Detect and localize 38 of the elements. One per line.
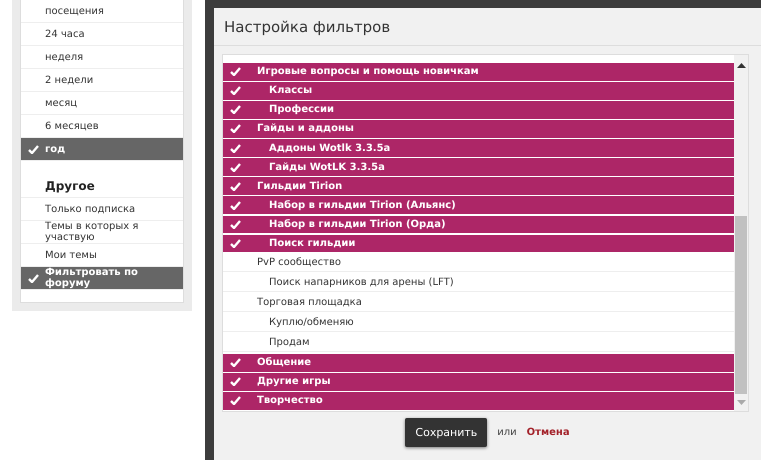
forum-row[interactable]: Поиск гильдии (223, 234, 734, 252)
forum-row[interactable]: Классы (223, 82, 734, 100)
up-arrow-icon[interactable] (736, 63, 746, 68)
forum-row[interactable]: Гайды и аддоны (223, 120, 734, 138)
check-icon (28, 144, 38, 154)
down-arrow-icon[interactable] (736, 400, 746, 405)
sidebar-item[interactable]: год (21, 138, 183, 161)
check-icon (230, 200, 240, 210)
check-icon (230, 105, 240, 114)
check-icon (230, 182, 240, 191)
forum-row[interactable]: Другие игры (223, 373, 734, 391)
forum-row[interactable]: Гайды WotLK 3.3.5a (223, 158, 734, 176)
check-icon (28, 274, 38, 282)
forum-row[interactable]: Игровые вопросы и помощь новичкам (223, 63, 734, 81)
check-icon (230, 396, 240, 406)
check-icon (230, 377, 240, 386)
forum-row[interactable]: Аддоны Wotlk 3.3.5a (223, 139, 734, 157)
forum-row[interactable]: Творчество (223, 392, 734, 410)
or-text: или (497, 427, 517, 438)
forum-row[interactable]: Общение (223, 354, 734, 372)
forum-row[interactable]: Набор в гильдии Tirion (Орда) (223, 216, 734, 234)
check-icon (230, 220, 240, 229)
check-icon (230, 86, 240, 96)
forum-row[interactable]: Набор в гильдии Tirion (Альянс) (223, 196, 734, 214)
dialog-title: Настройка фильтров (214, 8, 761, 46)
check-icon (230, 358, 240, 368)
save-button[interactable]: Сохранить (405, 418, 488, 447)
scrollbar[interactable] (734, 55, 748, 411)
check-icon (230, 67, 240, 76)
check-icon (230, 162, 240, 172)
forum-row[interactable]: Профессии (223, 101, 734, 119)
sidebar-item[interactable]: Фильтровать по форуму (21, 267, 183, 290)
check-icon (230, 144, 240, 153)
forum-row[interactable]: Гильдии Tirion (223, 177, 734, 195)
check-icon (230, 124, 240, 134)
sidebar-item[interactable]: Темы в которых я участвую (21, 221, 183, 244)
cancel-link[interactable]: Отмена (526, 427, 570, 438)
check-icon (230, 238, 240, 248)
